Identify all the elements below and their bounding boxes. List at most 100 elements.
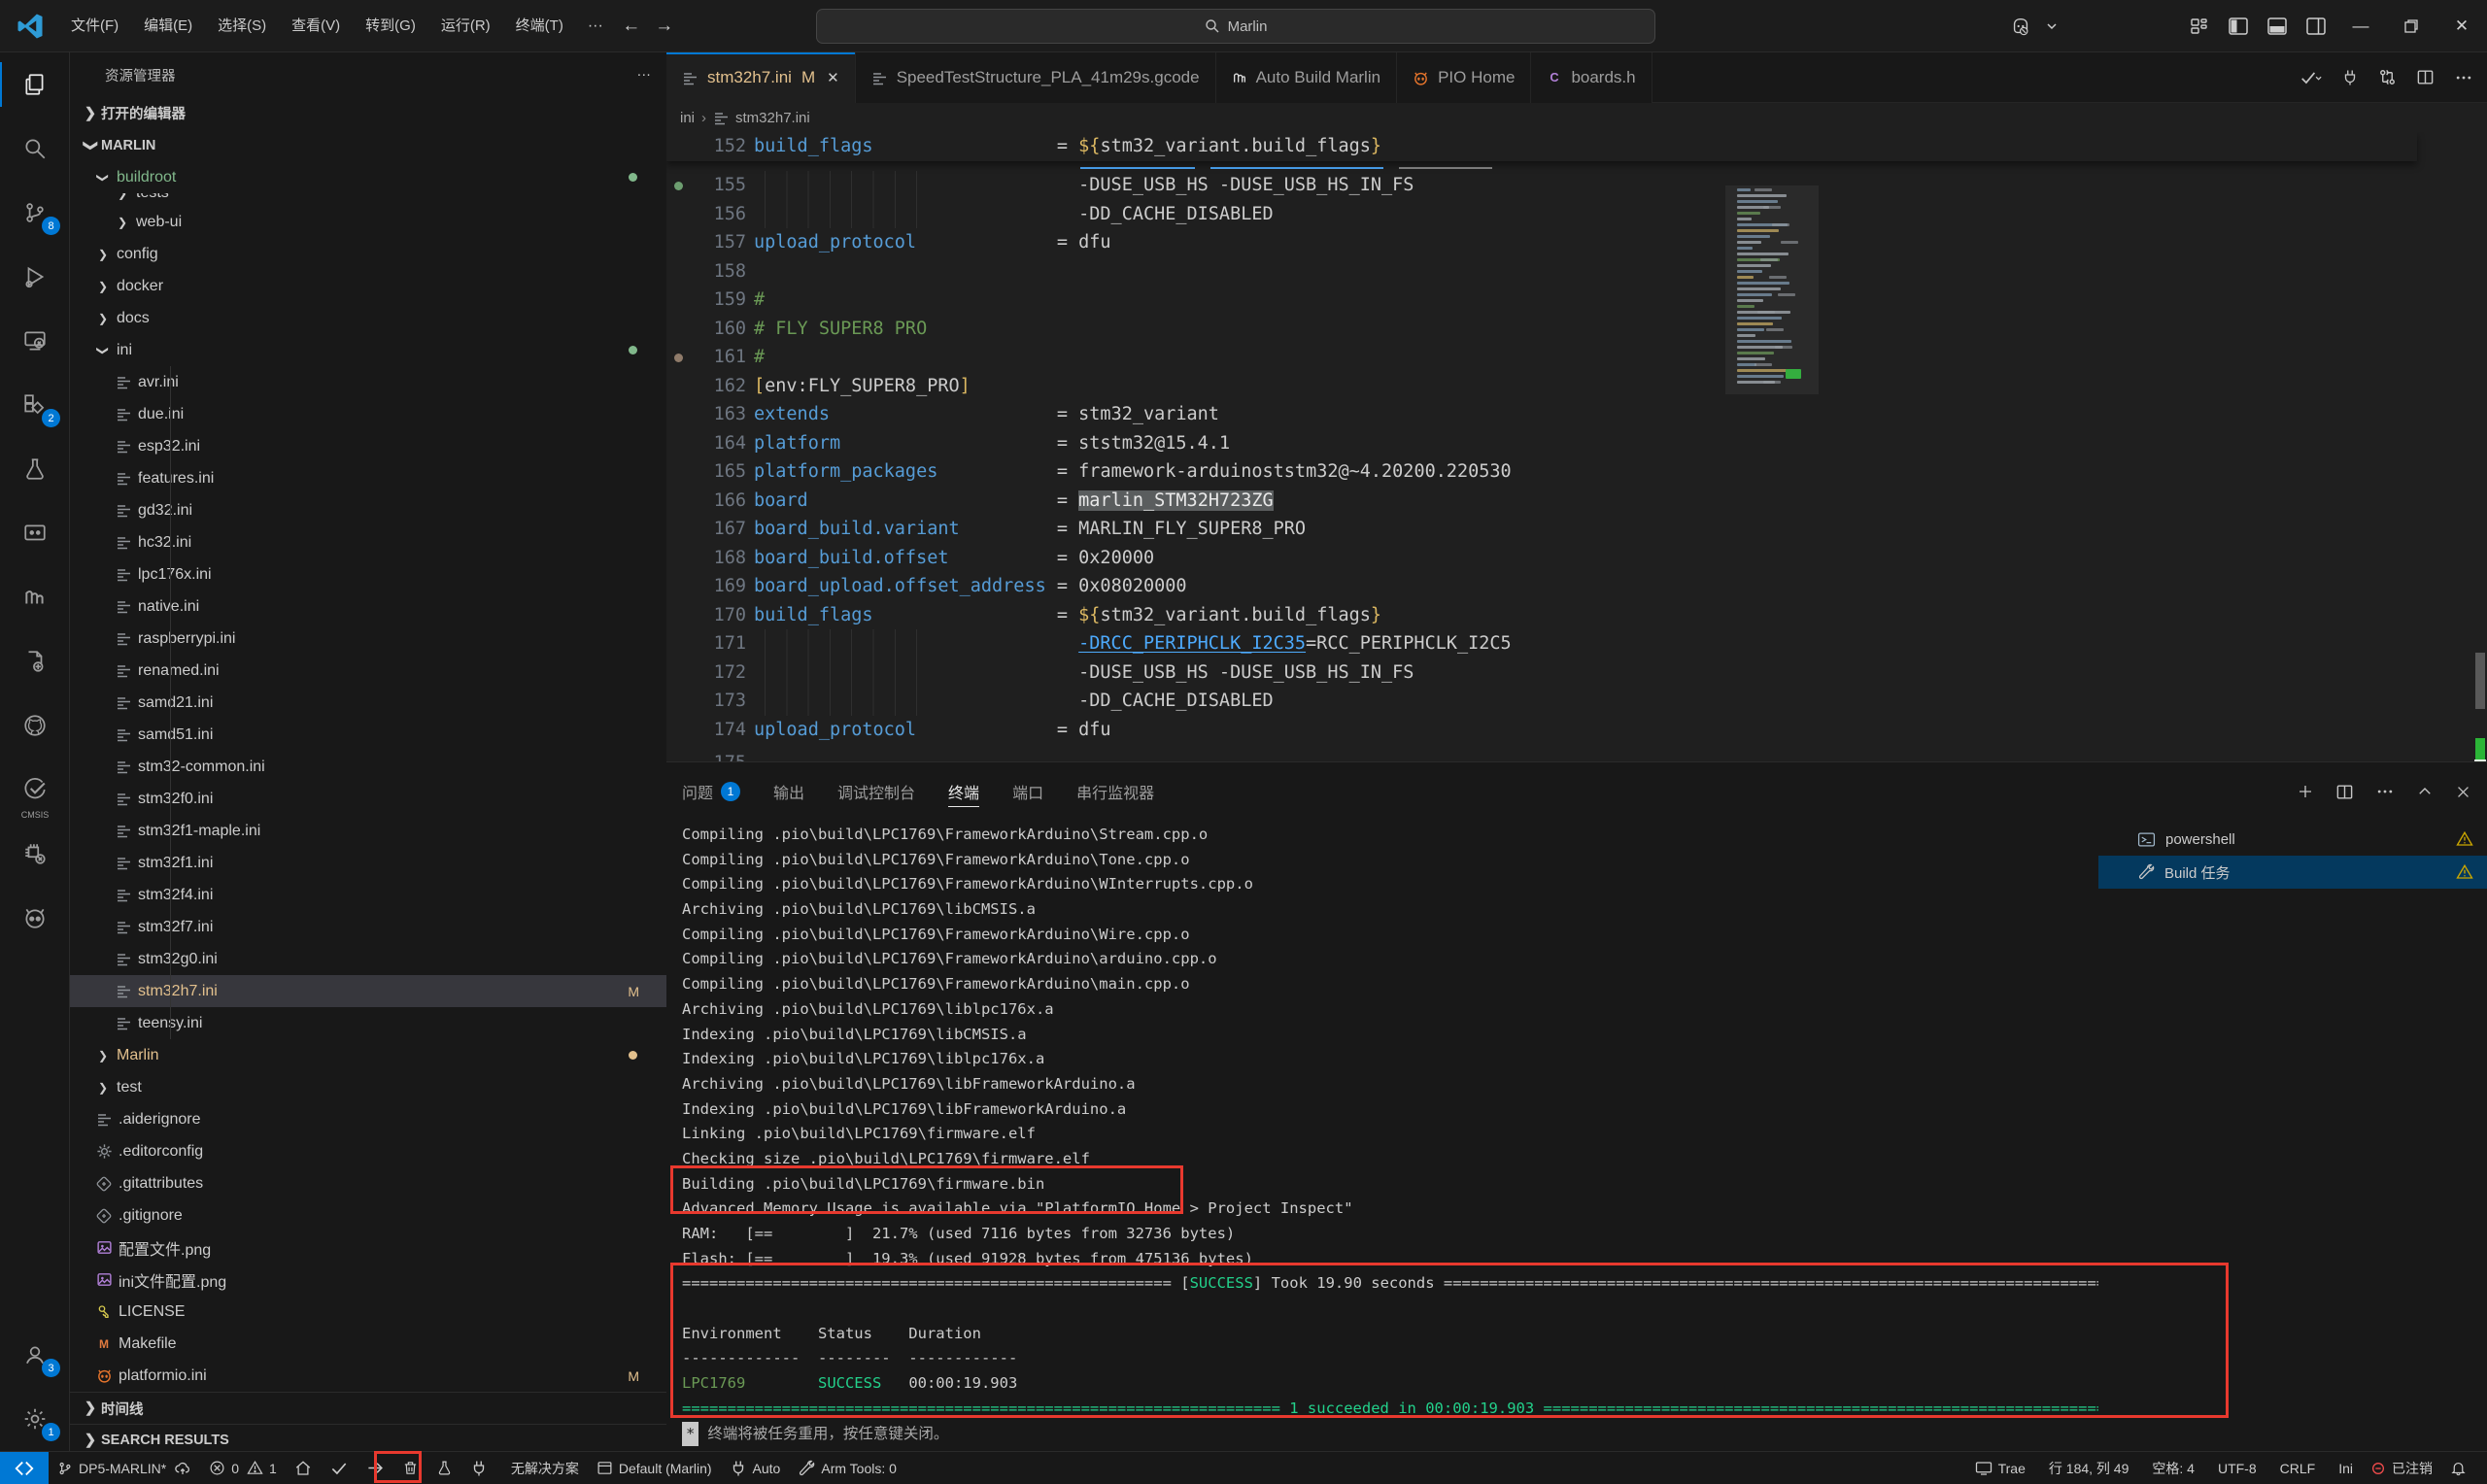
breadcrumb-file[interactable]: stm32h7.ini	[735, 110, 810, 126]
menu-3[interactable]: 查看(V)	[279, 0, 353, 52]
tree-file-hc32.ini[interactable]: hc32.ini	[70, 526, 666, 558]
tree-file-.editorconfig[interactable]: .editorconfig	[70, 1135, 666, 1167]
panel-action-split-editor-icon[interactable]	[2335, 783, 2354, 801]
editor-action-split-editor-icon[interactable]	[2416, 68, 2435, 86]
tree-file-.aiderignore[interactable]: .aiderignore	[70, 1103, 666, 1135]
panel-tab-串行监视器[interactable]: 串行监视器	[1076, 772, 1154, 811]
terminal-list-item-Build 任务[interactable]: Build 任务	[2098, 856, 2487, 889]
window-close-button[interactable]: ✕	[2436, 0, 2487, 52]
tree-file-stm32h7.ini[interactable]: stm32h7.iniM	[70, 975, 666, 1007]
statusbar-notifications[interactable]	[2441, 1452, 2475, 1484]
tree-file-stm32f1-maple.ini[interactable]: stm32f1-maple.ini	[70, 815, 666, 847]
menu-1[interactable]: 编辑(E)	[131, 0, 205, 52]
editor-tab-boards.h[interactable]: Cboards.h	[1531, 52, 1652, 103]
statusbar-eol[interactable]: CRLF	[2266, 1452, 2325, 1484]
statusbar-trae[interactable]: Trae	[1966, 1452, 2034, 1484]
tree-file-stm32g0.ini[interactable]: stm32g0.ini	[70, 943, 666, 975]
toggle-sidebar-icon[interactable]	[2219, 0, 2258, 52]
statusbar-problems[interactable]: 01	[200, 1452, 286, 1484]
statusbar-language-mode[interactable]: Ini	[2324, 1452, 2362, 1484]
menu-5[interactable]: 运行(R)	[428, 0, 503, 52]
tree-folder-Marlin[interactable]: ❯Marlin	[70, 1039, 666, 1071]
copilot-icon[interactable]	[2001, 0, 2040, 52]
activity-test-beaker-icon[interactable]	[0, 437, 70, 501]
tree-folder-docker[interactable]: ❯docker	[70, 270, 666, 302]
panel-tab-输出[interactable]: 输出	[773, 772, 804, 811]
tree-file-teensy.ini[interactable]: teensy.ini	[70, 1007, 666, 1039]
toggle-secondary-sidebar-icon[interactable]	[2297, 0, 2335, 52]
activity-remote-explorer-icon[interactable]	[0, 309, 70, 373]
editor-action-compare-changes-icon[interactable]	[2378, 68, 2397, 86]
nav-forward-icon[interactable]: →	[648, 16, 681, 37]
activity-run-debug-icon[interactable]	[0, 245, 70, 309]
tree-file-stm32f4.ini[interactable]: stm32f4.ini	[70, 879, 666, 911]
activity-extensions-icon[interactable]: 2	[0, 373, 70, 437]
activity-platformio-icon[interactable]	[0, 886, 70, 950]
activity-account-icon[interactable]: 3	[0, 1323, 70, 1387]
command-center-search[interactable]: Marlin	[816, 9, 1655, 44]
panel-tab-终端[interactable]: 终端	[948, 772, 979, 811]
editor-tab-PIO Home[interactable]: PIO Home	[1397, 52, 1531, 103]
activity-cmsis-icon[interactable]: CMSIS	[0, 758, 70, 822]
statusbar-pio-serial[interactable]	[461, 1452, 496, 1484]
activity-project-tasks-icon[interactable]	[0, 629, 70, 693]
tree-file-raspberrypi.ini[interactable]: raspberrypi.ini	[70, 623, 666, 655]
editor-action-more-icon[interactable]	[2454, 68, 2473, 87]
statusbar-solution[interactable]: 无解决方案	[496, 1452, 588, 1484]
tree-file-.gitignore[interactable]: .gitignore	[70, 1199, 666, 1231]
tree-file-native.ini[interactable]: native.ini	[70, 590, 666, 623]
tree-file-stm32f1.ini[interactable]: stm32f1.ini	[70, 847, 666, 879]
code-editor[interactable]: 152build_flags = ${stm32_variant.build_f…	[666, 132, 2487, 761]
menu-6[interactable]: 终端(T)	[503, 0, 576, 52]
tree-folder-docs[interactable]: ❯docs	[70, 302, 666, 334]
activity-virtual-display-icon[interactable]	[0, 501, 70, 565]
tree-file-LICENSE[interactable]: LICENSE	[70, 1296, 666, 1328]
panel-action-plus-icon[interactable]	[2297, 783, 2314, 800]
search-results-section[interactable]: ❯SEARCH RESULTS	[70, 1424, 666, 1451]
editor-tab-stm32h7.ini[interactable]: stm32h7.iniM✕	[666, 52, 856, 103]
activity-github-icon[interactable]	[0, 693, 70, 758]
tree-folder-config[interactable]: ❯config	[70, 238, 666, 270]
tree-file-gd32.ini[interactable]: gd32.ini	[70, 494, 666, 526]
tree-file-esp32.ini[interactable]: esp32.ini	[70, 430, 666, 462]
panel-tab-调试控制台[interactable]: 调试控制台	[837, 772, 915, 811]
remote-indicator[interactable]	[0, 1452, 49, 1484]
editor-tab-Auto Build Marlin[interactable]: Auto Build Marlin	[1216, 52, 1398, 103]
statusbar-pio-upload[interactable]	[358, 1452, 393, 1484]
panel-action-close-icon[interactable]	[2455, 784, 2471, 800]
tree-file-platformio.ini[interactable]: platformio.iniM	[70, 1360, 666, 1392]
tree-file-features.ini[interactable]: features.ini	[70, 462, 666, 494]
activity-auto-build-marlin-icon[interactable]	[0, 565, 70, 629]
statusbar-home[interactable]	[286, 1452, 321, 1484]
editor-tab-SpeedTestStructure_PLA_41m29s.gcode[interactable]: SpeedTestStructure_PLA_41m29s.gcode	[856, 52, 1216, 103]
statusbar-indentation[interactable]: 空格: 4	[2137, 1452, 2203, 1484]
tree-file-stm32f7.ini[interactable]: stm32f7.ini	[70, 911, 666, 943]
project-root-marlin[interactable]: ❯MARLIN	[70, 129, 666, 161]
breadcrumb-folder[interactable]: ini	[680, 110, 695, 126]
menu-2[interactable]: 选择(S)	[205, 0, 279, 52]
tree-file-.gitattributes[interactable]: .gitattributes	[70, 1167, 666, 1199]
statusbar-cursor-position[interactable]: 行 184, 列 49	[2034, 1452, 2138, 1484]
tree-file-配置文件.png[interactable]: 配置文件.png	[70, 1231, 666, 1264]
statusbar-pio-test[interactable]	[427, 1452, 461, 1484]
panel-tab-问题[interactable]: 问题1	[682, 772, 740, 811]
terminal-output[interactable]: Compiling .pio\build\LPC1769\FrameworkAr…	[666, 823, 2098, 1451]
activity-settings-gear-icon[interactable]: 1	[0, 1387, 70, 1451]
tree-file-stm32f0.ini[interactable]: stm32f0.ini	[70, 783, 666, 815]
statusbar-pio-env[interactable]: Default (Marlin)	[588, 1452, 721, 1484]
activity-search-icon[interactable]	[0, 117, 70, 181]
timeline-section[interactable]: ❯时间线	[70, 1392, 666, 1424]
terminal-list-item-powershell[interactable]: powershell	[2098, 823, 2487, 856]
tree-file-ini文件配置.png[interactable]: ini文件配置.png	[70, 1264, 666, 1296]
tree-folder-test[interactable]: ❯test	[70, 1071, 666, 1103]
scrollbar-thumb[interactable]	[2475, 653, 2485, 709]
open-editors-section[interactable]: ❯打开的编辑器	[70, 97, 666, 129]
tab-close-icon[interactable]: ✕	[827, 69, 839, 86]
tree-file-renamed.ini[interactable]: renamed.ini	[70, 655, 666, 687]
tree-file-samd21.ini[interactable]: samd21.ini	[70, 687, 666, 719]
activity-source-control-icon[interactable]: 8	[0, 181, 70, 245]
nav-back-icon[interactable]: ←	[615, 16, 648, 37]
panel-action-chevron-up-icon[interactable]	[2416, 783, 2434, 800]
tree-folder-ini[interactable]: ❯ini	[70, 334, 666, 366]
editor-action-plug-icon[interactable]	[2341, 69, 2359, 86]
